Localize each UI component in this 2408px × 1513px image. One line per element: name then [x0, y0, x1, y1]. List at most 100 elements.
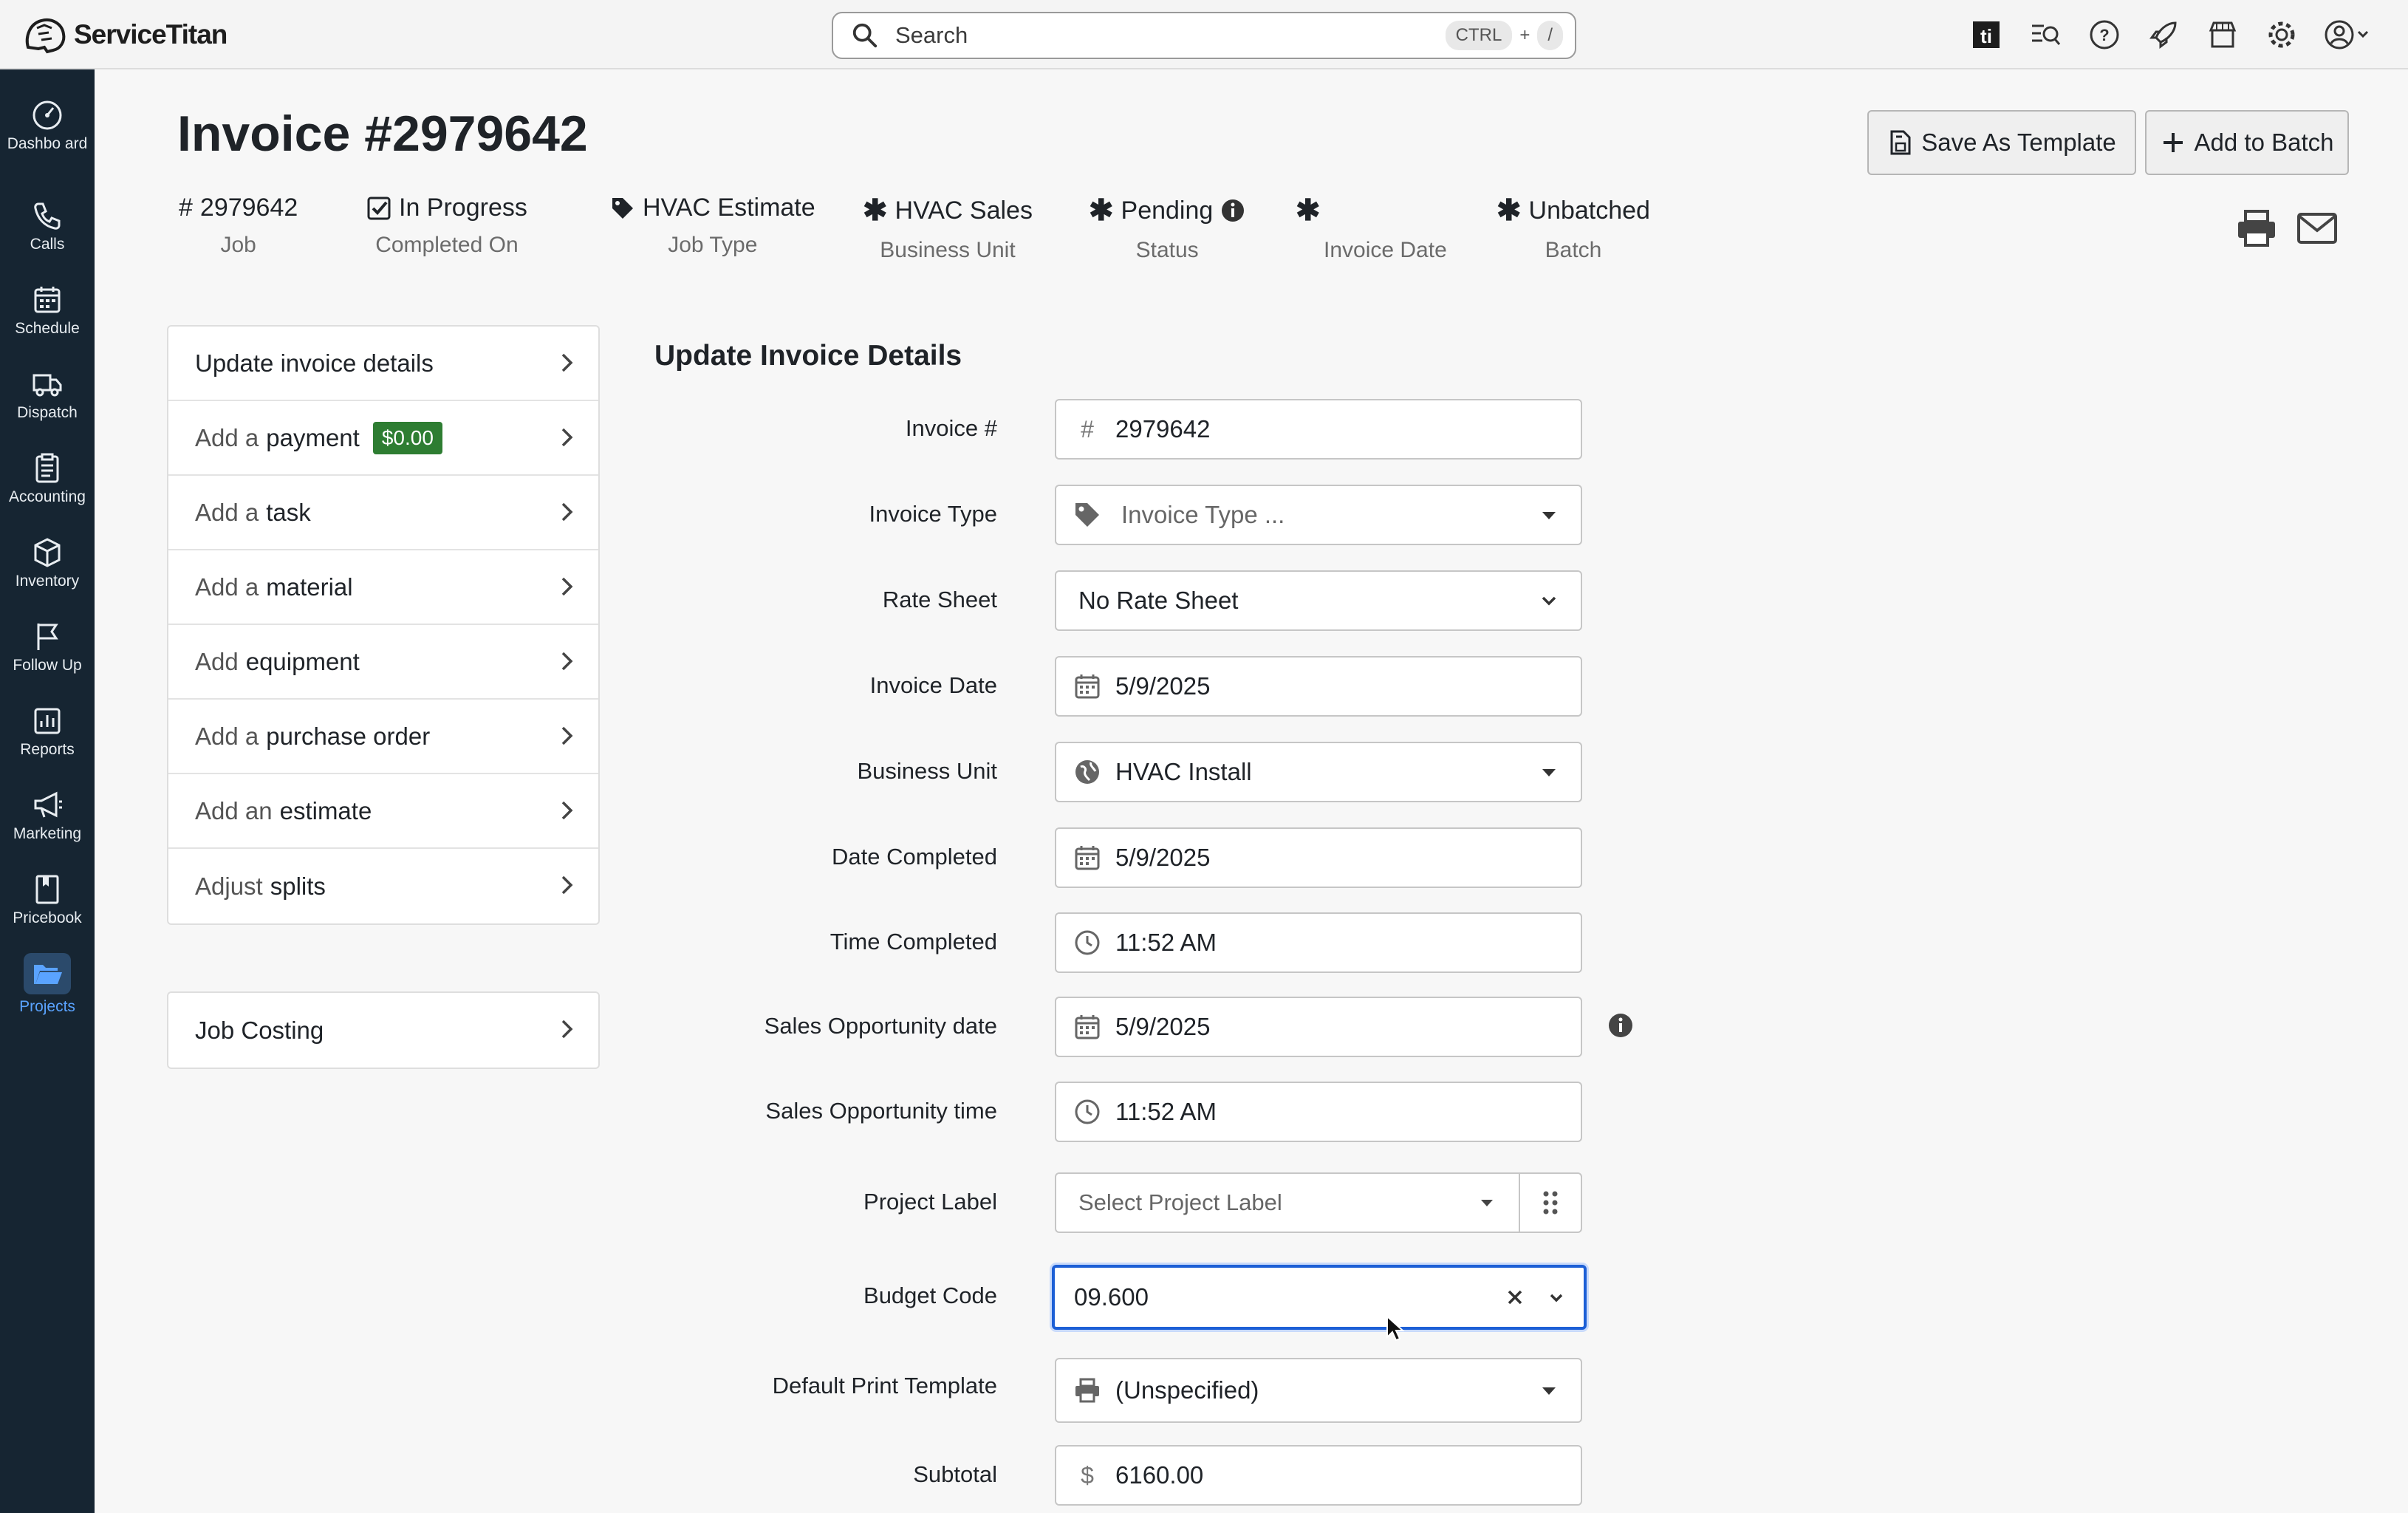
nav-dispatch-label: Dispatch [17, 404, 78, 421]
nav-follow-up[interactable]: Follow Up [0, 621, 95, 674]
add-payment-item[interactable]: Add a payment $0.00 [168, 401, 598, 476]
time-completed-value: 11:52 AM [1115, 929, 1217, 956]
nav-schedule[interactable]: Schedule [0, 284, 95, 337]
nav-calls[interactable]: Calls [0, 199, 95, 253]
print-icon[interactable] [2235, 207, 2278, 250]
add-task-item[interactable]: Add a task [168, 476, 598, 550]
save-document-icon [1890, 130, 1911, 155]
project-label-select[interactable]: Select Project Label [1055, 1172, 1520, 1233]
budget-code-label: Budget Code [863, 1283, 997, 1308]
tag-icon [1075, 503, 1099, 527]
required-asterisk-icon: ✱ [1497, 194, 1522, 227]
megaphone-icon [34, 791, 62, 818]
save-as-template-button[interactable]: Save As Template [1867, 110, 2136, 175]
default-print-template-select[interactable]: (Unspecified) [1055, 1358, 1582, 1423]
nav-reports[interactable]: Reports [0, 705, 95, 758]
hash-icon: # [1081, 415, 1094, 443]
invoice-number-label: Invoice # [905, 415, 997, 441]
job-costing-item[interactable]: Job Costing [168, 993, 598, 1068]
svg-text:?: ? [2099, 26, 2109, 44]
add-estimate-item[interactable]: Add an estimate [168, 774, 598, 849]
date-completed-input[interactable]: 5/9/2025 [1055, 827, 1582, 888]
meta-status[interactable]: ✱ Pending Status [1089, 194, 1245, 263]
info-icon[interactable] [1220, 198, 1245, 223]
chevron-right-icon [561, 652, 573, 671]
hash-icon: # [179, 194, 193, 222]
time-completed-input[interactable]: 11:52 AM [1055, 912, 1582, 973]
meta-business-unit[interactable]: ✱ HVAC Sales Business Unit [863, 194, 1033, 263]
account-icon[interactable] [2322, 16, 2374, 53]
clock-icon [1075, 1099, 1100, 1124]
nav-marketing[interactable]: Marketing [0, 789, 95, 842]
nav-dashboard[interactable]: Dashbo ard [0, 99, 95, 152]
nav-dispatch[interactable]: Dispatch [0, 368, 95, 421]
nav-schedule-label: Schedule [15, 320, 80, 337]
add-material-item[interactable]: Add a material [168, 550, 598, 625]
meta-job[interactable]: #2979642 Job [179, 194, 298, 258]
add-material-label: material [266, 573, 353, 601]
nav-accounting[interactable]: Accounting [0, 452, 95, 505]
project-label-grid-button[interactable] [1519, 1172, 1582, 1233]
sales-opportunity-date-input[interactable]: 5/9/2025 [1055, 997, 1582, 1057]
info-icon[interactable] [1607, 1012, 1634, 1039]
business-unit-value: HVAC Install [1115, 758, 1252, 785]
business-unit-select[interactable]: HVAC Install [1055, 742, 1582, 802]
add-to-batch-button[interactable]: Add to Batch [2145, 110, 2349, 175]
nav-inventory[interactable]: Inventory [0, 536, 95, 590]
global-search[interactable]: Search CTRL + / [832, 12, 1576, 59]
email-icon[interactable] [2296, 207, 2339, 250]
add-purchase-order-item[interactable]: Add a purchase order [168, 700, 598, 774]
subtotal-input[interactable]: $ 6160.00 [1055, 1445, 1582, 1506]
chevron-down-icon[interactable] [1545, 1286, 1567, 1308]
servicetitan-logo[interactable]: ServiceTitan [22, 15, 228, 55]
invoice-type-placeholder: Invoice Type ... [1121, 501, 1285, 528]
nav-dashboard-label: Dashbo ard [7, 135, 88, 152]
sales-opportunity-time-label: Sales Opportunity time [765, 1098, 997, 1124]
rate-sheet-select[interactable]: No Rate Sheet [1055, 570, 1582, 631]
invoice-type-select[interactable]: Invoice Type ... [1055, 485, 1582, 545]
rocket-icon[interactable] [2145, 16, 2182, 53]
nav-pricebook[interactable]: Pricebook [0, 873, 95, 926]
titan-icon[interactable]: ti [1968, 16, 2005, 53]
sales-opportunity-time-input[interactable]: 11:52 AM [1055, 1082, 1582, 1142]
update-invoice-details-item[interactable]: Update invoice details [168, 327, 598, 401]
marketplace-icon[interactable] [2204, 16, 2241, 53]
ctrl-key: CTRL [1445, 21, 1513, 50]
job-costing-label: Job Costing [195, 1016, 324, 1044]
budget-code-select[interactable]: 09.600 [1052, 1265, 1587, 1330]
update-invoice-details-label: Update invoice details [195, 349, 434, 377]
meta-job-type[interactable]: HVAC Estimate Job Type [610, 194, 815, 258]
sales-opportunity-date-label: Sales Opportunity date [764, 1013, 997, 1039]
add-material-prefix: Add a [195, 573, 259, 601]
meta-job-value: 2979642 [199, 194, 298, 222]
truck-icon [33, 374, 62, 397]
meta-business-unit-label: Business Unit [880, 238, 1016, 262]
nav-marketing-label: Marketing [13, 825, 82, 842]
adjust-splits-item[interactable]: Adjust splits [168, 849, 598, 923]
meta-batch[interactable]: ✱ Unbatched Batch [1497, 194, 1650, 263]
settings-icon[interactable] [2263, 16, 2300, 53]
invoice-number-input[interactable]: # 2979642 [1055, 399, 1582, 460]
help-icon[interactable]: ? [2086, 16, 2123, 53]
meta-completed-value: In Progress [399, 194, 527, 222]
clear-icon[interactable] [1504, 1286, 1526, 1308]
subtotal-label: Subtotal [913, 1461, 997, 1487]
sidebar-nav: Dashbo ard Calls Schedule Dispatch Accou… [0, 69, 95, 1513]
chevron-right-icon [561, 428, 573, 447]
rate-sheet-value: No Rate Sheet [1078, 587, 1239, 614]
meta-status-label: Status [1135, 238, 1199, 262]
add-equipment-item[interactable]: Add equipment [168, 625, 598, 700]
sales-opportunity-time-value: 11:52 AM [1115, 1098, 1217, 1125]
invoice-date-input[interactable]: 5/9/2025 [1055, 656, 1582, 717]
calendar-icon [1075, 1015, 1100, 1039]
business-unit-label: Business Unit [857, 758, 997, 784]
phone-icon [34, 202, 61, 230]
nav-reports-label: Reports [20, 741, 75, 758]
meta-completed-on[interactable]: In Progress Completed On [366, 194, 527, 258]
tag-icon [612, 197, 633, 219]
meta-invoice-date[interactable]: ✱ Invoice Date [1296, 194, 1447, 263]
search-list-icon[interactable] [2027, 16, 2064, 53]
titan-head-logo-icon [25, 18, 66, 54]
required-asterisk-icon: ✱ [863, 194, 888, 227]
nav-projects[interactable]: Projects [0, 953, 95, 1015]
